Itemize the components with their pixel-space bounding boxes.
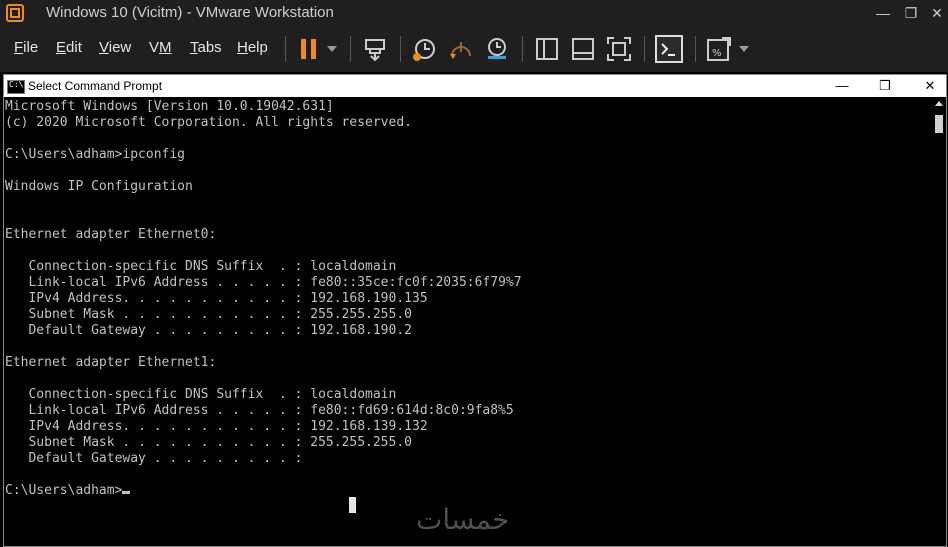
menu-edit[interactable]: Edit <box>56 39 82 56</box>
close-button[interactable]: ✕ <box>922 0 948 26</box>
console-line: IPv4 Address. . . . . . . . . . . : 192.… <box>5 291 428 306</box>
stretch-guest-icon[interactable]: % <box>704 34 734 64</box>
menu-mnemonic: V <box>99 39 109 56</box>
vmware-titlebar: Windows 10 (Vicitm) - VMware Workstation… <box>0 0 948 26</box>
toolbar-separator <box>644 36 645 62</box>
vertical-scrollbar[interactable] <box>932 97 946 546</box>
menu-mnemonic: E <box>56 39 67 56</box>
console-line: Ethernet adapter Ethernet0: <box>5 227 217 242</box>
cmd-close-button[interactable]: ✕ <box>907 75 948 97</box>
take-snapshot-icon[interactable] <box>410 34 440 64</box>
toolbar-separator <box>400 36 401 62</box>
cmd-minimize-button[interactable]: — <box>819 75 865 97</box>
menu-mnemonic: T <box>190 39 198 56</box>
cmd-app-icon-text: C:\ <box>9 80 24 89</box>
watermark-logo: خمسات <box>416 503 510 536</box>
toolbar-separator <box>695 36 696 62</box>
console-line: Windows IP Configuration <box>5 179 193 194</box>
console-line: Link-local IPv6 Address . . . . . : fe80… <box>5 403 514 418</box>
console-line: Link-local IPv6 Address . . . . . : fe80… <box>5 275 522 290</box>
cmd-app-icon: C:\ <box>7 80 25 94</box>
chevron-down-icon[interactable] <box>739 46 749 52</box>
console-prompt: C:\Users\adham> <box>5 483 123 498</box>
toolbar-separator <box>522 36 523 62</box>
menu-help[interactable]: Help <box>237 39 268 56</box>
svg-text:%: % <box>712 48 722 59</box>
menu-view[interactable]: View <box>99 39 131 56</box>
send-ctrl-alt-del-icon[interactable] <box>361 34 391 64</box>
show-library-icon[interactable] <box>532 34 562 64</box>
cmd-maximize-button[interactable]: ❐ <box>862 75 908 97</box>
window-title: Windows 10 (Vicitm) - VMware Workstation <box>46 4 334 21</box>
console-line: Subnet Mask . . . . . . . . . . . : 255.… <box>5 435 412 450</box>
thumbnail-bar-icon[interactable] <box>568 34 598 64</box>
console-line: Default Gateway . . . . . . . . . : 192.… <box>5 323 412 338</box>
menu-mnemonic: M <box>159 39 172 56</box>
vmware-toolbar: File Edit View VM Tabs Help % <box>0 26 948 72</box>
vmware-logo-icon <box>6 4 24 22</box>
toolbar-separator <box>285 36 286 62</box>
console-cursor <box>122 491 131 494</box>
console-line: C:\Users\adham>ipconfig <box>5 147 186 162</box>
console-output[interactable]: Microsoft Windows [Version 10.0.19042.63… <box>5 99 933 544</box>
scrollbar-thumb[interactable] <box>935 115 943 133</box>
console-line: IPv4 Address. . . . . . . . . . . : 192.… <box>5 419 428 434</box>
menu-file[interactable]: File <box>14 39 38 56</box>
pause-icon[interactable] <box>294 34 324 64</box>
menu-tabs[interactable]: Tabs <box>190 39 222 56</box>
menu-mnemonic: F <box>14 39 24 56</box>
console-line: Default Gateway . . . . . . . . . : <box>5 451 303 466</box>
console-line: Microsoft Windows [Version 10.0.19042.63… <box>5 99 334 114</box>
scroll-up-arrow-icon[interactable] <box>935 101 943 106</box>
cmd-titlebar[interactable]: C:\ Select Command Prompt — ❐ ✕ <box>4 75 946 97</box>
console-line: Connection-specific DNS Suffix . : local… <box>5 387 397 402</box>
console-line: Subnet Mask . . . . . . . . . . . : 255.… <box>5 307 412 322</box>
text-cursor-icon <box>349 497 356 513</box>
console-line: Connection-specific DNS Suffix . : local… <box>5 259 397 274</box>
console-line: (c) 2020 Microsoft Corporation. All righ… <box>5 115 412 130</box>
console-line: Ethernet adapter Ethernet1: <box>5 355 217 370</box>
full-screen-icon[interactable] <box>604 34 634 64</box>
console-view-icon[interactable] <box>654 34 684 64</box>
revert-snapshot-icon[interactable] <box>446 34 476 64</box>
minimize-button[interactable]: — <box>868 0 898 26</box>
menu-mnemonic: H <box>237 39 248 56</box>
snapshot-manager-icon[interactable] <box>482 34 512 64</box>
toolbar-separator <box>350 36 351 62</box>
console-prompt-line[interactable]: C:\Users\adham> <box>5 483 933 499</box>
chevron-down-icon[interactable] <box>327 46 337 52</box>
menu-vm[interactable]: VM <box>149 39 172 56</box>
command-prompt-window[interactable]: C:\ Select Command Prompt — ❐ ✕ Microsof… <box>3 74 947 547</box>
cmd-window-title: Select Command Prompt <box>28 79 163 93</box>
